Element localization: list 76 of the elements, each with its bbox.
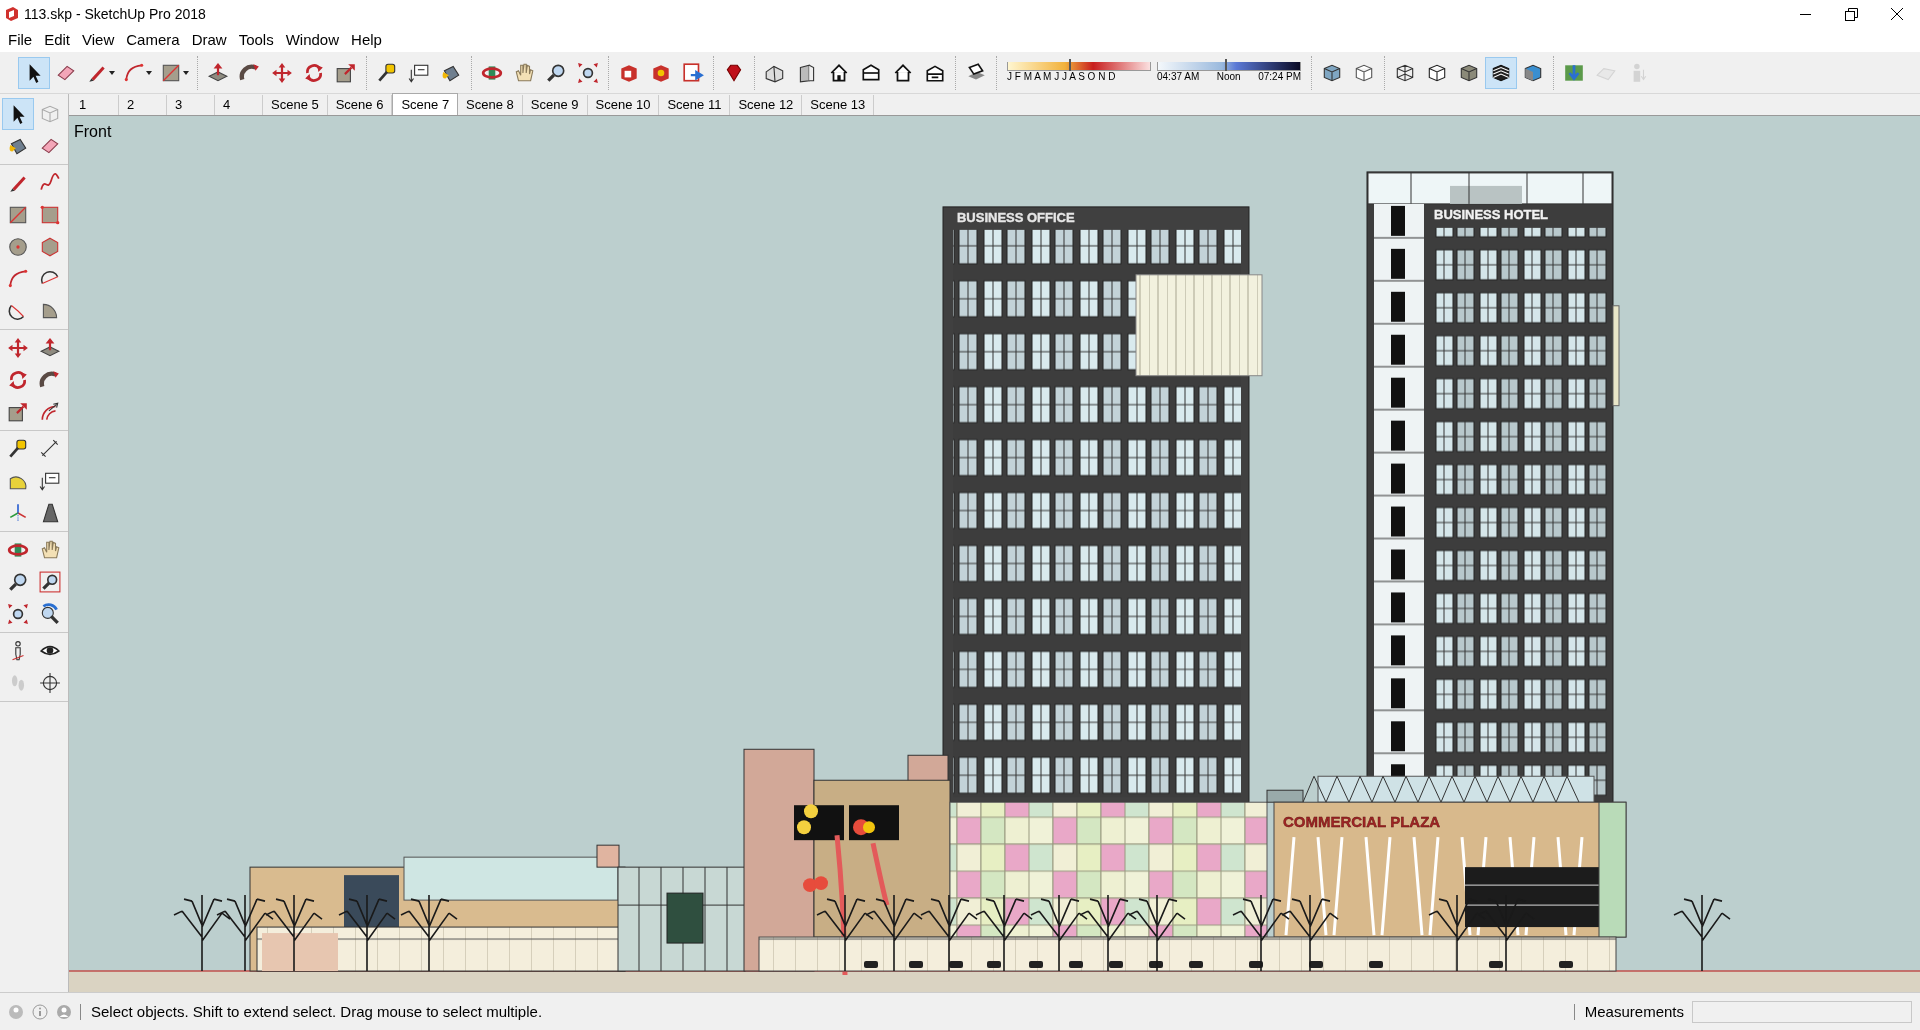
menu-item[interactable]: Window	[279, 29, 346, 51]
time-label: 04:37 AM	[1157, 71, 1200, 83]
zoom-icon	[7, 571, 29, 593]
scene-tab[interactable]: Scene 13	[802, 95, 875, 115]
scene-tab[interactable]: Scene 5	[263, 95, 328, 115]
measurements-label: Measurements	[1573, 1003, 1684, 1020]
scene-tab[interactable]: Scene 10	[587, 95, 660, 115]
tape-measure-icon	[376, 61, 398, 84]
circle-icon	[7, 236, 29, 258]
rotated-rectangle-icon	[39, 204, 61, 226]
scene-tab[interactable]: Scene 7	[392, 93, 459, 115]
scene-tab[interactable]: Scene 11	[659, 95, 731, 115]
section-plane-icon	[39, 672, 61, 694]
push-pull-icon	[39, 337, 61, 359]
scene-tab[interactable]: Scene 12	[730, 95, 803, 115]
scale-icon	[335, 61, 357, 84]
dimension-icon	[39, 438, 61, 460]
tool-button[interactable]	[2, 98, 34, 130]
scene-tab[interactable]: 3	[167, 95, 215, 115]
time-label: 07:24 PM	[1258, 71, 1301, 83]
restore-icon	[1844, 7, 1858, 21]
move-icon	[271, 61, 293, 84]
app-logo-icon	[4, 6, 20, 22]
previous-view-icon	[39, 603, 61, 625]
month-slider[interactable]	[1007, 62, 1151, 71]
tool-button[interactable]	[1485, 56, 1517, 89]
menu-item[interactable]: Help	[345, 29, 388, 51]
cube-outline-icon	[39, 103, 61, 125]
menu-item[interactable]: Tools	[232, 29, 280, 51]
tool-button[interactable]	[18, 56, 50, 89]
time-slider[interactable]	[1157, 62, 1301, 71]
tape-measure-icon	[7, 438, 29, 460]
rotate-icon	[7, 369, 29, 391]
menu-item[interactable]: Draw	[185, 29, 233, 51]
minimize-icon	[1799, 13, 1811, 15]
axes-icon	[7, 502, 29, 524]
building-sign: BUSINESS HOTEL	[1434, 206, 1549, 222]
slider-thumb[interactable]	[1224, 59, 1227, 71]
push-pull-icon	[207, 61, 229, 84]
measurements-field[interactable]	[1692, 1000, 1912, 1023]
hand-icon	[513, 61, 535, 84]
scene-tab[interactable]: 2	[119, 95, 167, 115]
menu-item[interactable]: File	[2, 29, 39, 51]
caret-icon	[183, 70, 189, 75]
scale-icon	[7, 401, 29, 423]
status-message: Select objects. Shift to extend select. Drag mouse to select multiple.	[80, 1003, 543, 1020]
month-labels: J F M A M J J A S O N D	[1007, 71, 1116, 83]
menu-item[interactable]: View	[76, 29, 121, 51]
view-label: Front	[74, 122, 112, 142]
arc-icon	[7, 268, 29, 290]
building-sign: COMMERCIAL PLAZA	[1283, 813, 1441, 831]
zoom-extents-icon	[577, 61, 599, 84]
scene-tab[interactable]: 4	[215, 95, 263, 115]
polygon-icon	[39, 236, 61, 258]
caret-icon	[146, 70, 152, 75]
menu-item[interactable]: Edit	[38, 29, 77, 51]
time-label: Noon	[1216, 71, 1241, 83]
slider-thumb[interactable]	[1069, 59, 1072, 71]
rotate-icon	[303, 61, 325, 84]
scene-tab[interactable]: Scene 8	[458, 95, 523, 115]
close-icon	[1891, 8, 1903, 20]
window-title: 113.skp - SketchUp Pro 2018	[24, 4, 207, 24]
zoom-window-icon	[39, 571, 61, 593]
building-sign: BUSINESS OFFICE	[957, 209, 1075, 225]
caret-icon	[109, 70, 115, 75]
scene-tab[interactable]: Scene 9	[522, 95, 588, 115]
rectangle-icon	[7, 204, 29, 226]
move-icon	[7, 337, 29, 359]
menu-item[interactable]: Camera	[120, 29, 186, 51]
zoom-extents-icon	[7, 603, 29, 625]
offset-icon	[39, 401, 61, 423]
text-label-icon	[39, 470, 61, 492]
hand-icon	[39, 539, 61, 561]
scene-tab[interactable]: 1	[71, 95, 119, 115]
upload-model-icon	[682, 61, 704, 84]
arc-icon	[123, 61, 145, 84]
